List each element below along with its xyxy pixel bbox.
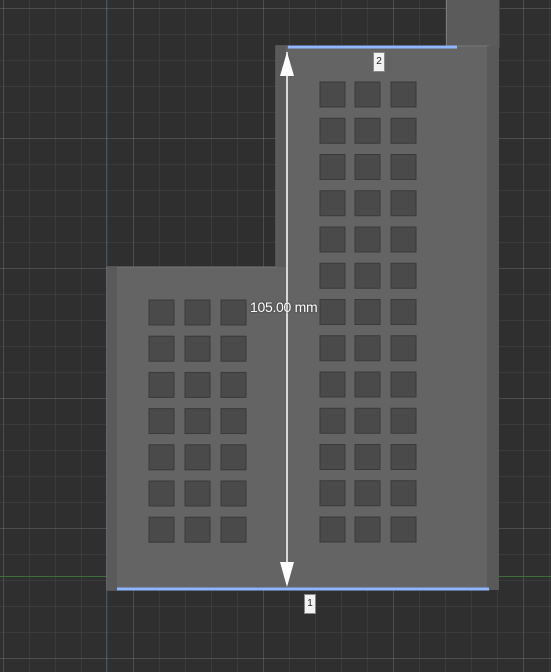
point-tag-2[interactable]: 2 <box>373 52 385 72</box>
window <box>184 444 211 471</box>
window <box>319 299 346 325</box>
window <box>319 480 346 507</box>
window <box>354 117 381 144</box>
window <box>220 371 247 398</box>
window <box>319 190 346 217</box>
window <box>184 335 211 362</box>
window <box>354 480 381 507</box>
window <box>319 371 346 398</box>
tower-left-edge <box>276 46 286 267</box>
window <box>220 299 247 326</box>
left-side-edge <box>107 267 117 590</box>
window <box>390 117 417 144</box>
window <box>319 226 346 253</box>
window <box>354 516 381 543</box>
window <box>354 299 381 325</box>
dimension-label[interactable]: 105.00 mm <box>250 299 318 315</box>
window <box>354 154 381 180</box>
window <box>390 81 417 108</box>
window <box>319 262 346 289</box>
window <box>319 516 346 543</box>
window <box>390 480 417 507</box>
window <box>354 444 381 470</box>
window <box>220 408 247 435</box>
window <box>390 444 417 470</box>
window <box>354 226 381 253</box>
window <box>148 335 175 362</box>
window <box>390 262 417 289</box>
window <box>148 480 175 507</box>
point-tag-1[interactable]: 1 <box>304 594 316 614</box>
window <box>319 444 346 470</box>
window <box>354 407 381 434</box>
window <box>319 335 346 362</box>
window <box>319 154 346 180</box>
right-side-edge <box>487 46 499 590</box>
window <box>184 371 211 398</box>
window <box>184 408 211 435</box>
window <box>354 335 381 362</box>
window <box>184 299 211 326</box>
window <box>220 335 247 362</box>
window <box>319 117 346 144</box>
window <box>354 190 381 217</box>
window <box>390 335 417 362</box>
window <box>390 371 417 398</box>
window <box>319 81 346 108</box>
window <box>148 371 175 398</box>
window <box>354 371 381 398</box>
window <box>390 226 417 253</box>
window <box>319 407 346 434</box>
window <box>220 444 247 471</box>
window <box>354 81 381 108</box>
window <box>184 516 211 543</box>
window <box>184 480 211 507</box>
window <box>390 516 417 543</box>
window <box>354 262 381 289</box>
window <box>390 154 417 180</box>
window <box>220 480 247 507</box>
building-model[interactable] <box>0 0 551 672</box>
window <box>220 516 247 543</box>
window <box>390 299 417 325</box>
window <box>390 407 417 434</box>
window <box>390 190 417 217</box>
window <box>148 408 175 435</box>
window <box>148 299 175 326</box>
window <box>148 444 175 471</box>
window <box>148 516 175 543</box>
